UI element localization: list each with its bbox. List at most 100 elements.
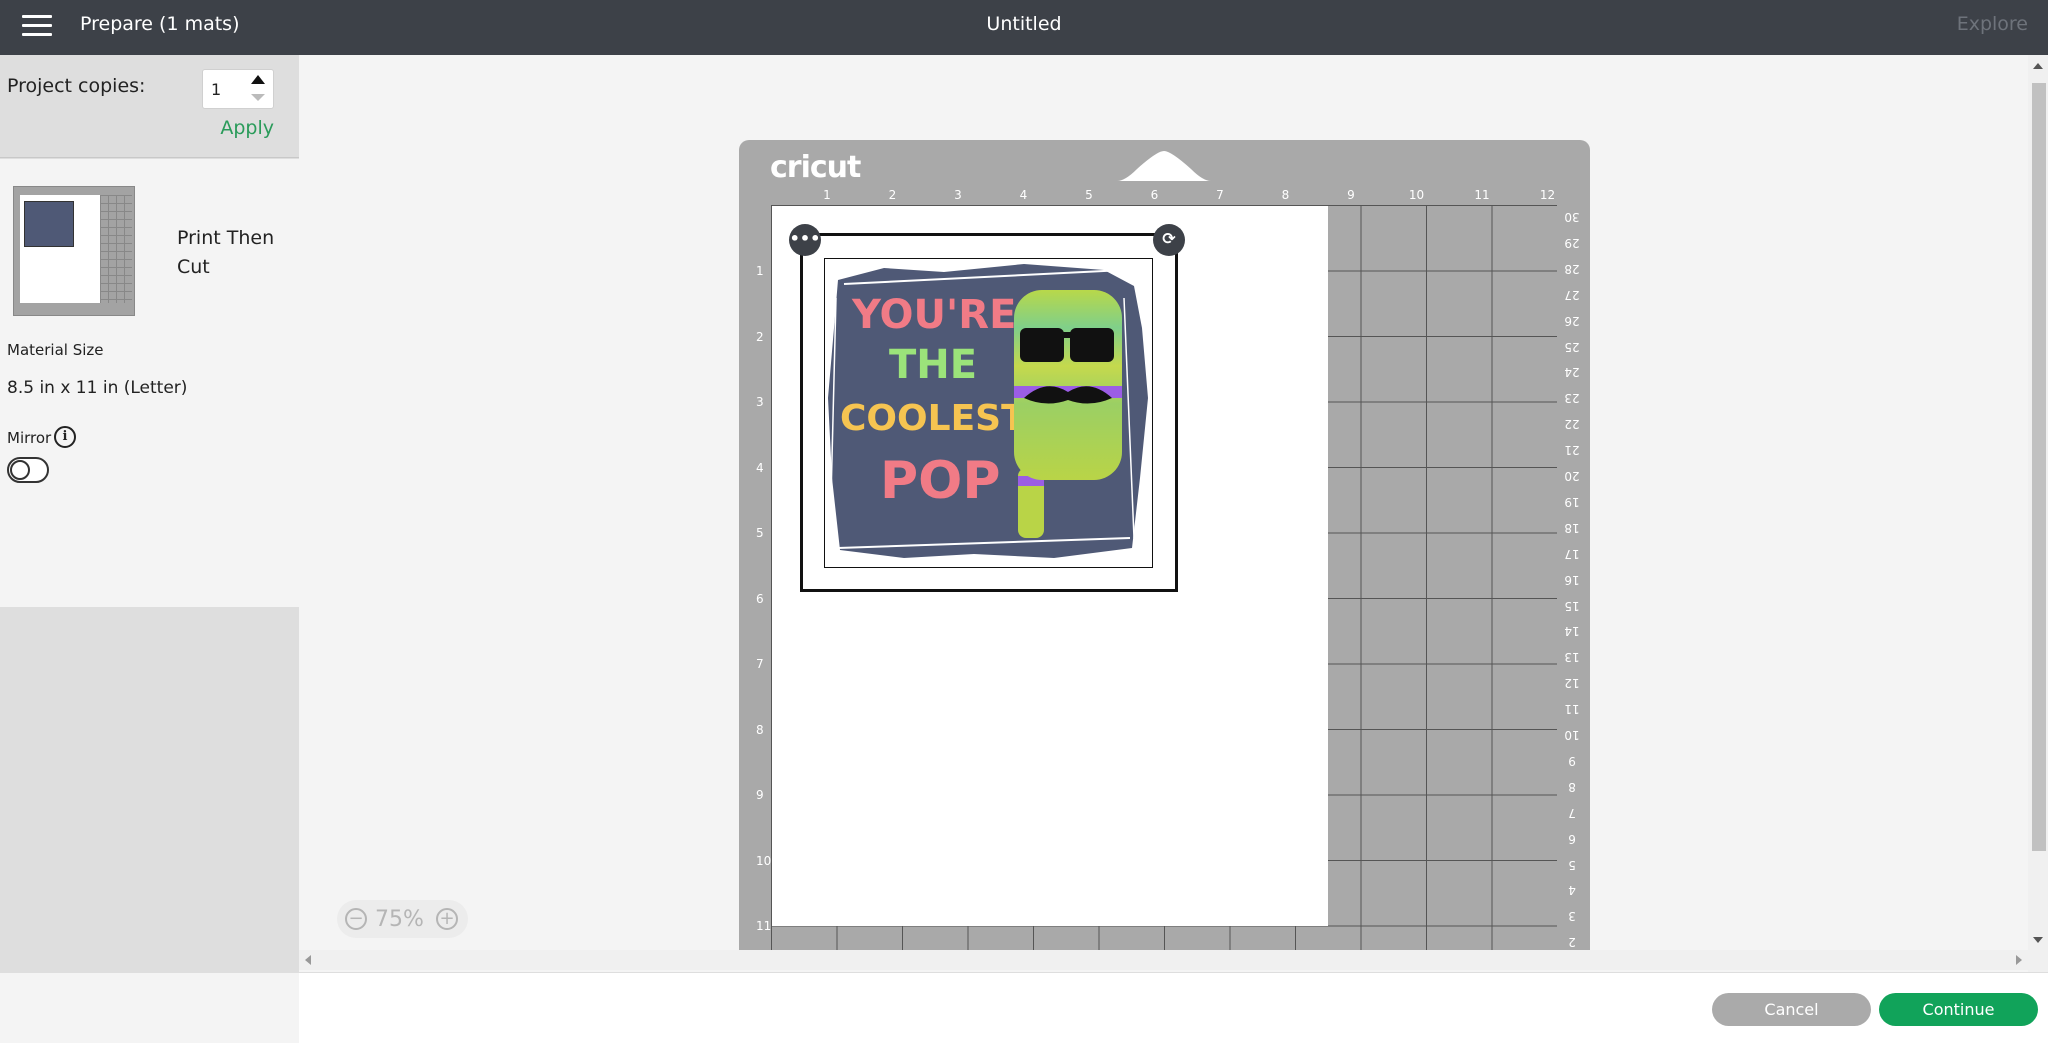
ruler-right-tick: 3 [1568,909,1576,924]
ruler-right-tick: 27 [1564,287,1580,302]
ruler-right-tick: 18 [1564,520,1580,535]
ruler-right-tick: 8 [1568,779,1576,794]
zoom-control: − 75% + [337,900,468,938]
ruler-right-tick: 22 [1564,417,1580,432]
zoom-out-icon[interactable]: − [345,908,367,930]
document-title: Untitled [986,13,1062,35]
ruler-left-tick: 10 [756,853,772,868]
ruler-right-tick: 6 [1568,831,1576,846]
ruler-top-tick: 7 [1216,188,1224,202]
hamburger-menu-icon[interactable] [22,15,52,37]
scroll-up-icon[interactable] [2033,63,2043,69]
ruler-right-tick: 13 [1564,650,1580,665]
mat-notch [1117,151,1211,181]
ruler-right-tick: 5 [1568,857,1576,872]
apply-button[interactable]: Apply [220,117,274,139]
more-options-icon[interactable]: ••• [789,224,821,256]
ruler-left-tick: 11 [756,919,772,933]
ruler-right-tick: 24 [1564,365,1580,380]
project-copies-input[interactable]: 1 [202,69,274,109]
ruler-top-tick: 6 [1150,188,1159,202]
zoom-level: 75% [375,907,424,932]
thumbnail-grid [100,195,132,303]
ruler-left-tick: 3 [756,395,764,409]
ruler-top-tick: 3 [954,188,962,202]
explore-button[interactable]: Explore [1957,13,2028,35]
ruler-right-tick: 7 [1568,805,1576,820]
ruler-top-tick: 5 [1085,188,1093,202]
ruler-right-tick: 9 [1568,753,1576,768]
ruler-right-tick: 23 [1564,391,1580,406]
ruler-right-tick: 28 [1564,261,1580,276]
ruler-right-tick: 20 [1564,469,1580,483]
info-icon[interactable]: i [54,426,76,448]
horizontal-scrollbar[interactable] [299,950,2028,970]
ruler-top-tick: 1 [823,188,831,202]
toggle-knob [10,460,30,480]
ruler-left-tick: 9 [756,788,764,802]
mirror-toggle[interactable] [7,457,49,483]
project-copies-label: Project copies: [7,75,146,97]
ruler-right-tick: 2 [1568,935,1576,950]
increment-arrow-icon[interactable] [251,75,265,84]
ruler-top-tick: 11 [1474,188,1490,202]
thumbnail-design [24,201,74,247]
mirror-label: Mirror [7,429,52,447]
ruler-right-tick: 26 [1564,313,1580,328]
page-title: Prepare (1 mats) [80,13,240,35]
ruler-top-tick: 12 [1539,188,1556,202]
mat-type-label: Print Then Cut [177,227,275,278]
ruler-right-tick: 11 [1564,702,1580,717]
design-text-pop: POP [880,451,1000,511]
ruler-left-tick: 6 [756,591,764,606]
ruler-left-tick: 5 [756,526,764,540]
design-text-the: THE [889,342,977,388]
vertical-scrollbar[interactable] [2028,55,2048,972]
ruler-right-tick: 25 [1564,339,1580,354]
ruler-top-tick: 9 [1347,188,1355,202]
footer-left-panel [0,973,299,1043]
scroll-left-icon[interactable] [305,955,311,965]
cricut-logo: cricut [770,150,861,185]
scroll-right-icon[interactable] [2016,955,2022,965]
left-panel: Project copies: 1 Apply Print Then Cut M… [0,55,299,972]
zoom-in-icon[interactable]: + [436,908,458,930]
ruler-right-tick: 4 [1568,883,1576,898]
ruler-right-tick: 30 [1564,210,1580,224]
ruler-right-tick: 19 [1564,494,1580,509]
ruler-top-tick: 2 [888,188,897,202]
footer-bar: Cancel Continue [0,972,2048,1043]
ruler-top-tick: 4 [1019,188,1028,202]
ruler-left-tick: 7 [756,657,764,671]
rotate-icon[interactable]: ⟳ [1153,224,1185,256]
material-size-value: 8.5 in x 11 in (Letter) [7,378,188,398]
design-text-coolest: COOLEST [840,398,1026,439]
mat-thumbnail[interactable] [13,186,135,316]
ruler-right-tick: 15 [1564,598,1580,613]
vertical-scroll-thumb[interactable] [2032,83,2046,851]
project-copies-value[interactable]: 1 [211,80,221,99]
top-bar: Prepare (1 mats) Untitled Explore [0,0,2048,55]
ruler-left-tick: 2 [756,329,764,344]
material-size-label: Material Size [7,341,104,359]
ruler-top-tick: 10 [1408,188,1425,202]
ruler-right-tick: 10 [1564,728,1580,742]
ruler-right-tick: 16 [1564,572,1580,587]
project-copies-section: Project copies: 1 Apply [0,55,299,158]
ruler-right-tick: 21 [1564,443,1580,458]
mat-list-item: Print Then Cut Material Size 8.5 in x 11… [0,159,299,607]
ruler-right-tick: 29 [1564,235,1580,250]
ruler-left-tick: 8 [756,722,764,737]
ruler-top-tick: 8 [1281,188,1290,202]
continue-button[interactable]: Continue [1879,993,2038,1026]
ruler-left-tick: 1 [756,264,764,278]
ruler-right-tick: 12 [1564,676,1580,691]
design-text-youre: YOU'RE [851,292,1016,338]
ruler-left-tick: 4 [756,460,764,475]
design-image[interactable]: YOU'RE THE COOLEST POP [824,258,1153,568]
ruler-right-tick: 14 [1564,624,1580,639]
decrement-arrow-icon[interactable] [251,94,265,101]
scroll-down-icon[interactable] [2033,937,2043,943]
cancel-button[interactable]: Cancel [1712,993,1871,1026]
ruler-right-tick: 17 [1564,546,1580,561]
